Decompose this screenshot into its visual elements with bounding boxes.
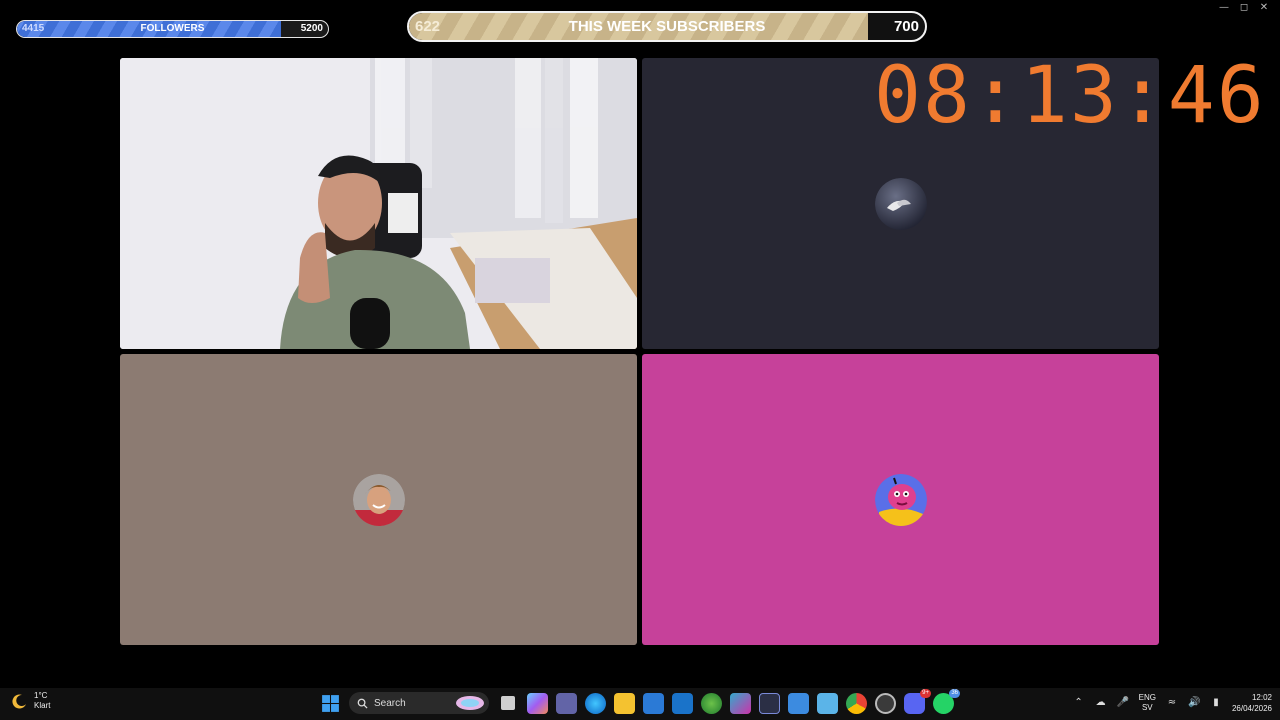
clock-date[interactable]: 12:02 26/04/2026 [1232,692,1272,714]
subscribers-label: THIS WEEK SUBSCRIBERS [568,18,766,35]
followers-goal: 5200 [300,23,323,34]
close-icon[interactable]: ✕ [1254,2,1274,14]
microsoft-store-icon[interactable] [643,692,664,714]
followers-current: 4415 [22,23,45,34]
copilot-icon[interactable] [527,692,548,714]
subscribers-goal-bar: THIS WEEK SUBSCRIBERS 622 700 [407,11,927,42]
whatsapp-notification-badge: 36 [949,688,960,698]
weather-temperature: 1°C [34,691,48,700]
snipping-tool-icon[interactable] [817,692,838,714]
photos-icon[interactable] [788,692,809,714]
cartoon-avatar [874,473,927,526]
discord-icon[interactable]: 9+ [904,688,931,714]
file-explorer-icon[interactable] [614,692,635,714]
language-indicator[interactable]: ENG SV [1139,693,1156,713]
obs-icon[interactable] [875,692,896,714]
followers-label: FOLLOWERS [140,23,205,34]
discord-notification-badge: 9+ [920,688,931,698]
whatsapp-icon[interactable]: 36 [933,688,960,714]
onedrive-icon[interactable]: ☁ [1095,697,1107,709]
search-icon [357,698,368,709]
taskbar: 1°C Klart Search 9+ 36 ⌃ ☁ 🎤 ENG SV ≈ 🔊 … [0,688,1280,720]
search-highlight-icon [456,696,484,710]
chrome-icon[interactable] [846,692,867,714]
webcam-tile[interactable] [120,58,637,349]
subscribers-current: 622 [415,18,441,35]
task-view-icon[interactable] [501,696,515,710]
battery-icon[interactable]: ▮ [1210,697,1222,709]
wifi-icon[interactable]: ≈ [1166,697,1178,709]
microsoft-365-icon[interactable] [730,692,751,714]
vpn-icon[interactable] [701,692,722,714]
chevron-up-icon[interactable]: ⌃ [1073,697,1085,709]
moon-avatar [874,177,927,230]
edge-icon[interactable] [585,692,606,714]
stream-timer: 08:13:46 [874,51,1266,141]
weather-widget[interactable]: 1°C Klart [12,691,50,711]
microphone-icon[interactable]: 🎤 [1117,697,1129,709]
window-controls: — ◻ ✕ [1214,2,1274,14]
dev-app-icon[interactable] [759,692,780,714]
person-avatar-tile[interactable] [120,354,637,645]
system-date: 26/04/2026 [1231,704,1272,713]
taskbar-search[interactable]: Search [349,692,489,714]
teams-icon[interactable] [556,692,577,714]
cartoon-avatar-tile[interactable] [642,354,1159,645]
search-label: Search [374,697,406,709]
subscribers-goal: 700 [893,18,919,35]
outlook-icon[interactable] [672,692,693,714]
person-avatar [352,473,405,526]
minimize-icon[interactable]: — [1214,2,1234,14]
keyboard-region: SV [1141,703,1153,712]
system-time: 12:02 [1251,693,1272,702]
language-code: ENG [1138,693,1156,702]
followers-goal-bar: FOLLOWERS 4415 5200 [16,20,329,38]
taskbar-apps: Search 9+ 36 [320,688,960,714]
moon-weather-icon [12,694,26,709]
windows-start-icon[interactable] [320,693,341,714]
weather-condition: Klart [34,701,51,710]
volume-icon[interactable]: 🔊 [1188,697,1200,709]
system-tray: ⌃ ☁ 🎤 ENG SV ≈ 🔊 ▮ 12:02 26/04/2026 [1073,692,1272,714]
webcam-feed-image [120,58,637,349]
maximize-icon[interactable]: ◻ [1234,2,1254,14]
